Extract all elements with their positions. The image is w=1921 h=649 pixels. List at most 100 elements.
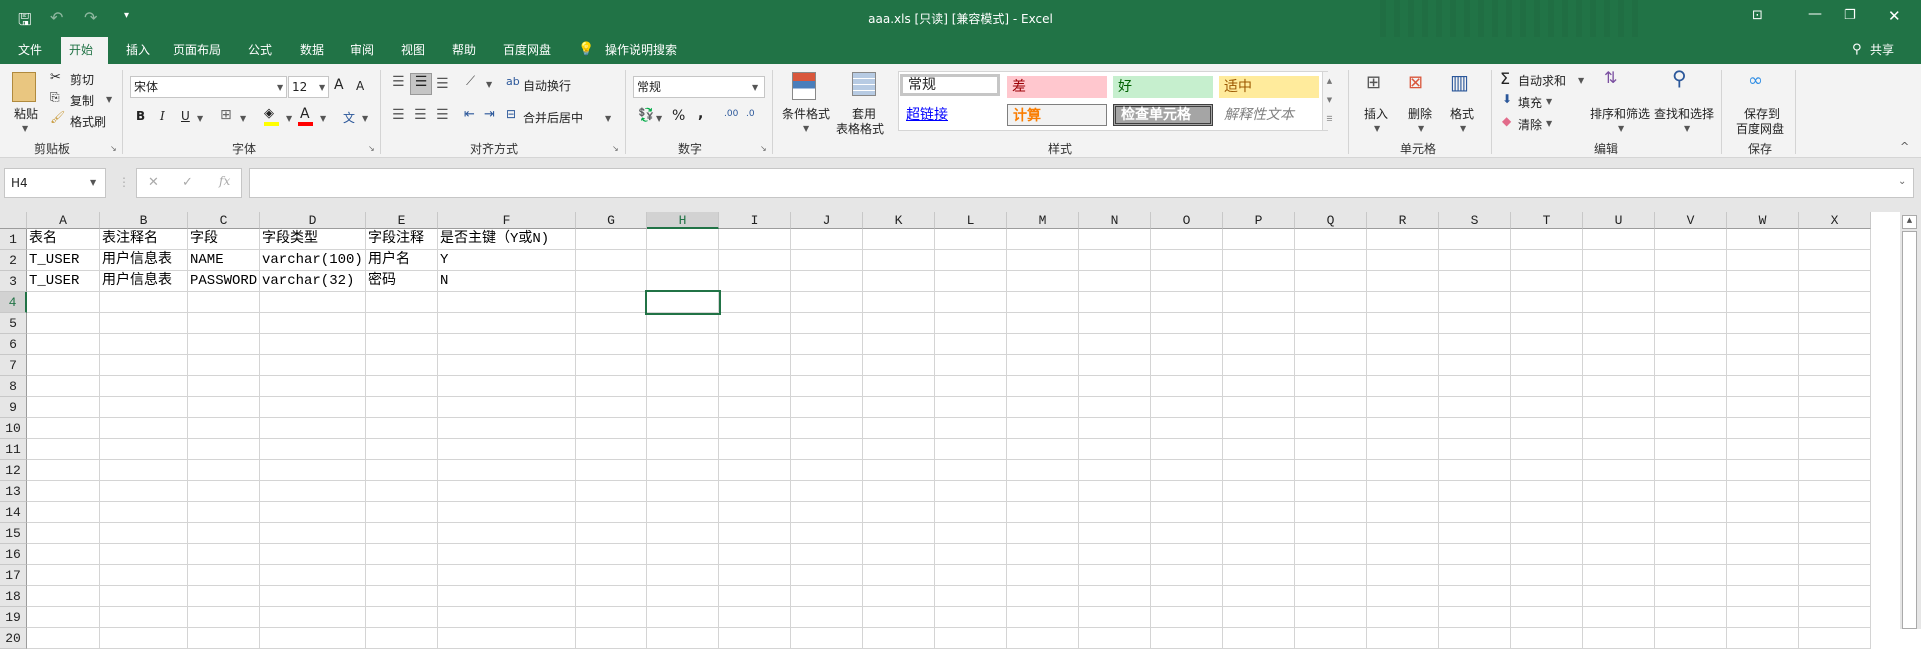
cell-g14[interactable] [576, 502, 647, 523]
cell-e7[interactable] [366, 355, 438, 376]
cell-j9[interactable] [791, 397, 863, 418]
cell-o8[interactable] [1151, 376, 1223, 397]
cell-s17[interactable] [1439, 565, 1511, 586]
cell-a19[interactable] [27, 607, 100, 628]
column-header-p[interactable]: P [1223, 212, 1295, 229]
vertical-scrollbar[interactable]: ▲ [1900, 212, 1921, 629]
cell-w7[interactable] [1727, 355, 1799, 376]
cell-x1[interactable] [1799, 229, 1871, 250]
cell-v16[interactable] [1655, 544, 1727, 565]
cell-v12[interactable] [1655, 460, 1727, 481]
column-header-w[interactable]: W [1727, 212, 1799, 229]
cell-g9[interactable] [576, 397, 647, 418]
cell-l12[interactable] [935, 460, 1007, 481]
cell-n8[interactable] [1079, 376, 1151, 397]
cell-f2[interactable]: Y [438, 250, 576, 271]
cell-h9[interactable] [647, 397, 719, 418]
cell-t6[interactable] [1511, 334, 1583, 355]
cell-e2[interactable]: 用户名 [366, 250, 438, 271]
row-header-12[interactable]: 12 [0, 460, 27, 481]
cell-o4[interactable] [1151, 292, 1223, 313]
cell-e20[interactable] [366, 628, 438, 649]
row-header-19[interactable]: 19 [0, 607, 27, 628]
cell-n2[interactable] [1079, 250, 1151, 271]
cell-n16[interactable] [1079, 544, 1151, 565]
cell-n6[interactable] [1079, 334, 1151, 355]
cell-w20[interactable] [1727, 628, 1799, 649]
sort-filter-button[interactable]: 排序和筛选 [1590, 105, 1650, 122]
cell-o12[interactable] [1151, 460, 1223, 481]
cell-f20[interactable] [438, 628, 576, 649]
cell-r4[interactable] [1367, 292, 1439, 313]
comma-button[interactable]: , [698, 106, 703, 122]
cell-k17[interactable] [863, 565, 935, 586]
cell-r18[interactable] [1367, 586, 1439, 607]
autosum-button[interactable]: 自动求和 [1518, 72, 1566, 89]
cell-e6[interactable] [366, 334, 438, 355]
row-header-10[interactable]: 10 [0, 418, 27, 439]
expand-formula-bar-icon[interactable]: ⌄ [1898, 176, 1906, 187]
cancel-icon[interactable]: ✕ [148, 175, 159, 190]
cell-b14[interactable] [100, 502, 188, 523]
cell-c6[interactable] [188, 334, 260, 355]
cell-v14[interactable] [1655, 502, 1727, 523]
cell-p17[interactable] [1223, 565, 1295, 586]
cell-j2[interactable] [791, 250, 863, 271]
cell-j3[interactable] [791, 271, 863, 292]
cell-f8[interactable] [438, 376, 576, 397]
cell-s9[interactable] [1439, 397, 1511, 418]
cell-s2[interactable] [1439, 250, 1511, 271]
column-header-o[interactable]: O [1151, 212, 1223, 229]
row-header-18[interactable]: 18 [0, 586, 27, 607]
cell-o15[interactable] [1151, 523, 1223, 544]
cell-q10[interactable] [1295, 418, 1367, 439]
cell-j1[interactable] [791, 229, 863, 250]
cell-k1[interactable] [863, 229, 935, 250]
cell-w10[interactable] [1727, 418, 1799, 439]
cell-e15[interactable] [366, 523, 438, 544]
column-header-h[interactable]: H [647, 212, 719, 229]
cell-t19[interactable] [1511, 607, 1583, 628]
cell-k20[interactable] [863, 628, 935, 649]
cell-n19[interactable] [1079, 607, 1151, 628]
cell-f1[interactable]: 是否主键（Y或N) [438, 229, 576, 250]
cell-i13[interactable] [719, 481, 791, 502]
row-header-14[interactable]: 14 [0, 502, 27, 523]
cell-b16[interactable] [100, 544, 188, 565]
cell-j19[interactable] [791, 607, 863, 628]
cell-w3[interactable] [1727, 271, 1799, 292]
cell-q7[interactable] [1295, 355, 1367, 376]
tab-view[interactable]: 视图 [393, 37, 433, 64]
cell-x12[interactable] [1799, 460, 1871, 481]
restore-icon[interactable]: ❐ [1844, 8, 1856, 23]
cell-a15[interactable] [27, 523, 100, 544]
cell-u9[interactable] [1583, 397, 1655, 418]
row-header-2[interactable]: 2 [0, 250, 27, 271]
cell-b7[interactable] [100, 355, 188, 376]
cell-k11[interactable] [863, 439, 935, 460]
cell-r6[interactable] [1367, 334, 1439, 355]
cell-o17[interactable] [1151, 565, 1223, 586]
cell-t9[interactable] [1511, 397, 1583, 418]
cell-w1[interactable] [1727, 229, 1799, 250]
cell-a18[interactable] [27, 586, 100, 607]
cell-b12[interactable] [100, 460, 188, 481]
cell-p11[interactable] [1223, 439, 1295, 460]
cell-k16[interactable] [863, 544, 935, 565]
cell-s5[interactable] [1439, 313, 1511, 334]
cell-d10[interactable] [260, 418, 366, 439]
tell-me-search[interactable]: 操作说明搜索 [597, 37, 685, 64]
format-painter-button[interactable]: 格式刷 [70, 113, 106, 130]
cell-o6[interactable] [1151, 334, 1223, 355]
cell-g18[interactable] [576, 586, 647, 607]
column-header-i[interactable]: I [719, 212, 791, 229]
cell-e5[interactable] [366, 313, 438, 334]
cell-v8[interactable] [1655, 376, 1727, 397]
column-header-n[interactable]: N [1079, 212, 1151, 229]
cell-e8[interactable] [366, 376, 438, 397]
align-right-icon[interactable]: ☰ [436, 107, 449, 123]
cell-w15[interactable] [1727, 523, 1799, 544]
percent-button[interactable]: % [672, 108, 685, 124]
cell-m15[interactable] [1007, 523, 1079, 544]
cell-b11[interactable] [100, 439, 188, 460]
